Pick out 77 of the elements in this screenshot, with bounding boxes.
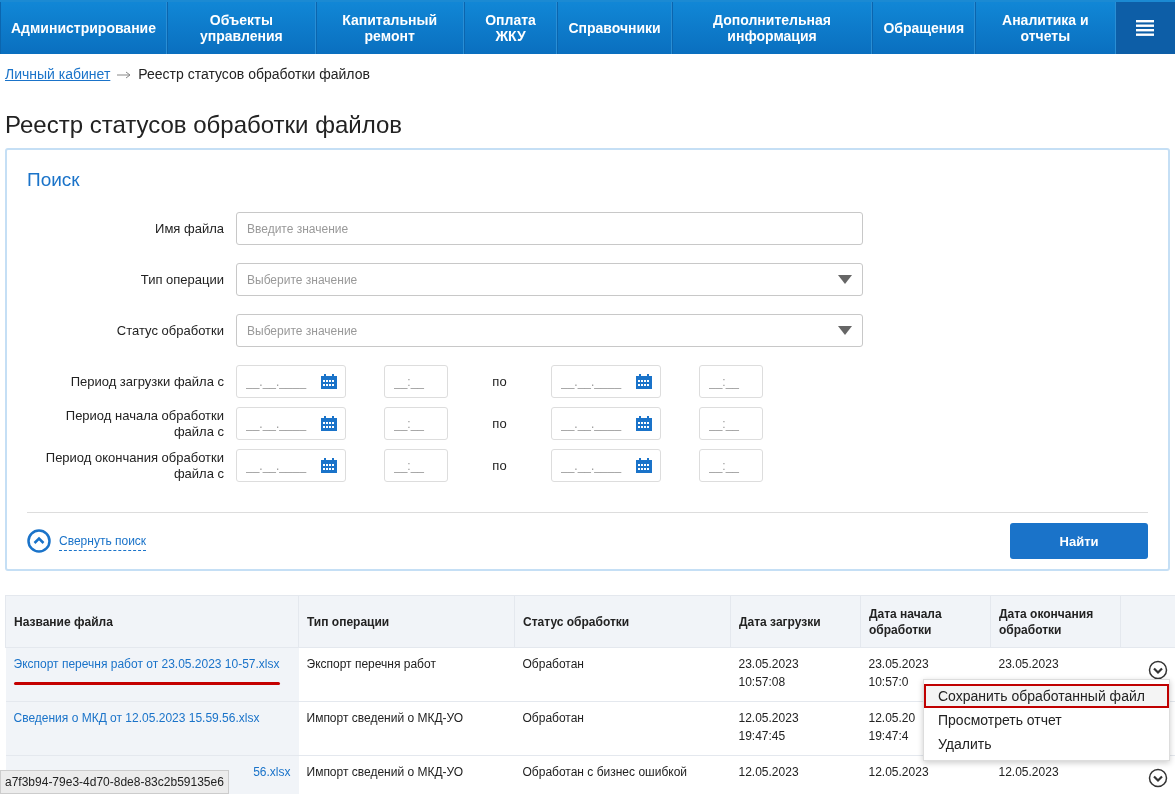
text-field[interactable]: Введите значение: [236, 212, 863, 246]
dropdown-caret-icon: [838, 275, 852, 285]
calendar-icon[interactable]: [321, 416, 337, 432]
nav-item[interactable]: Объекты управления: [167, 2, 316, 54]
time-field[interactable]: __:__: [699, 365, 763, 399]
date-field[interactable]: __.__.____: [551, 407, 661, 441]
table-cell-text: 12.05.2023: [868, 765, 929, 780]
range-label: по: [491, 373, 508, 392]
expand-chevron-icon[interactable]: [1147, 660, 1168, 681]
placeholder-text: Выберите значение: [247, 271, 359, 289]
menu-icon: [1136, 20, 1155, 36]
range-label: по: [491, 457, 508, 476]
table-cell-text: 23.05.2023: [998, 657, 1059, 672]
expand-chevron-icon[interactable]: [1147, 768, 1168, 789]
field-label: Тип операции: [139, 272, 224, 288]
field-label: Период начала обработки файла с: [64, 408, 224, 440]
nav-item[interactable]: Оплата ЖКУ: [463, 2, 558, 54]
column-header: Статус обработки: [514, 595, 731, 648]
select-field[interactable]: Выберите значение: [236, 314, 863, 348]
table-cell-text: 12.05.20 19:47:4: [868, 711, 916, 743]
menu-item[interactable]: Удалить: [924, 732, 1169, 757]
table-cell-text: Импорт сведений о МКД-УО: [306, 711, 464, 726]
status-url: a7f3b94-79e3-4d70-8de8-83c2b59135e6: [0, 770, 229, 794]
table-cell-text: 23.05.2023 10:57:08: [738, 657, 799, 689]
nav-item[interactable]: Аналитика и отчеты: [975, 2, 1116, 54]
column-header: Название файла: [5, 595, 299, 648]
field-label: Статус обработки: [115, 323, 224, 339]
select-field[interactable]: Выберите значение: [236, 263, 863, 297]
column-header: Дата окончания обработки: [990, 595, 1121, 648]
table-cell-text: Импорт сведений о МКД-УО: [306, 765, 464, 780]
date-field[interactable]: __.__.____: [551, 449, 661, 483]
calendar-icon[interactable]: [636, 416, 652, 432]
table-cell-text: 12.05.2023: [738, 765, 799, 780]
calendar-icon[interactable]: [636, 458, 652, 474]
breadcrumb-current: Реестр статусов обработки файлов: [138, 66, 370, 82]
find-button[interactable]: Найти: [1010, 523, 1148, 560]
calendar-icon[interactable]: [321, 458, 337, 474]
column-header: Дата загрузки: [730, 595, 861, 648]
column-header: Дата начала обработки: [860, 595, 991, 648]
range-label: по: [491, 415, 508, 434]
date-field[interactable]: __.__.____: [236, 407, 346, 441]
date-field[interactable]: __.__.____: [551, 365, 661, 399]
date-field[interactable]: __.__.____: [236, 449, 346, 483]
column-header: Тип операции: [298, 595, 515, 648]
table-cell-text: Обработан: [522, 657, 584, 672]
nav-item[interactable]: Дополнительная информация: [671, 2, 873, 54]
calendar-icon[interactable]: [321, 374, 337, 390]
table-cell-text: 12.05.2023 19:47:45: [738, 711, 799, 743]
menu-item[interactable]: Просмотреть отчет: [924, 708, 1169, 733]
placeholder-text: Выберите значение: [247, 322, 359, 340]
table-cell-text: Обработан: [522, 711, 584, 726]
table-cell-text: 12.05.2023: [998, 765, 1059, 780]
nav-item[interactable]: Администрирование: [0, 2, 167, 54]
menu-button[interactable]: [1115, 2, 1175, 54]
table-cell-text: Экспорт перечня работ: [306, 657, 436, 672]
calendar-icon[interactable]: [636, 374, 652, 390]
field-label: Период загрузки файла с: [69, 374, 224, 390]
time-field[interactable]: __:__: [384, 365, 448, 399]
nav-item[interactable]: Обращения: [872, 2, 976, 54]
dropdown-caret-icon: [838, 326, 852, 336]
page-title: Реестр статусов обработки файлов: [5, 111, 404, 140]
time-field[interactable]: __:__: [384, 449, 448, 483]
nav-item[interactable]: Капитальный ремонт: [315, 2, 464, 54]
section-title: Поиск: [27, 167, 81, 192]
time-field[interactable]: __:__: [699, 449, 763, 483]
time-field[interactable]: __:__: [699, 407, 763, 441]
collapse-search-link[interactable]: Свернуть поиск: [59, 531, 147, 551]
breadcrumb-link[interactable]: Личный кабинет: [5, 66, 111, 82]
nav-item[interactable]: Справочники: [557, 2, 672, 54]
field-label: Период окончания обработки файла с: [44, 450, 224, 482]
menu-item[interactable]: Сохранить обработанный файл: [924, 684, 1169, 709]
time-field[interactable]: __:__: [384, 407, 448, 441]
file-link[interactable]: 56.xlsx: [253, 765, 291, 780]
field-label: Имя файла: [154, 221, 224, 237]
collapse-chevron-icon[interactable]: [27, 529, 51, 554]
table-cell-text: Обработан с бизнес ошибкой: [522, 765, 688, 780]
date-field[interactable]: __.__.____: [236, 365, 346, 399]
